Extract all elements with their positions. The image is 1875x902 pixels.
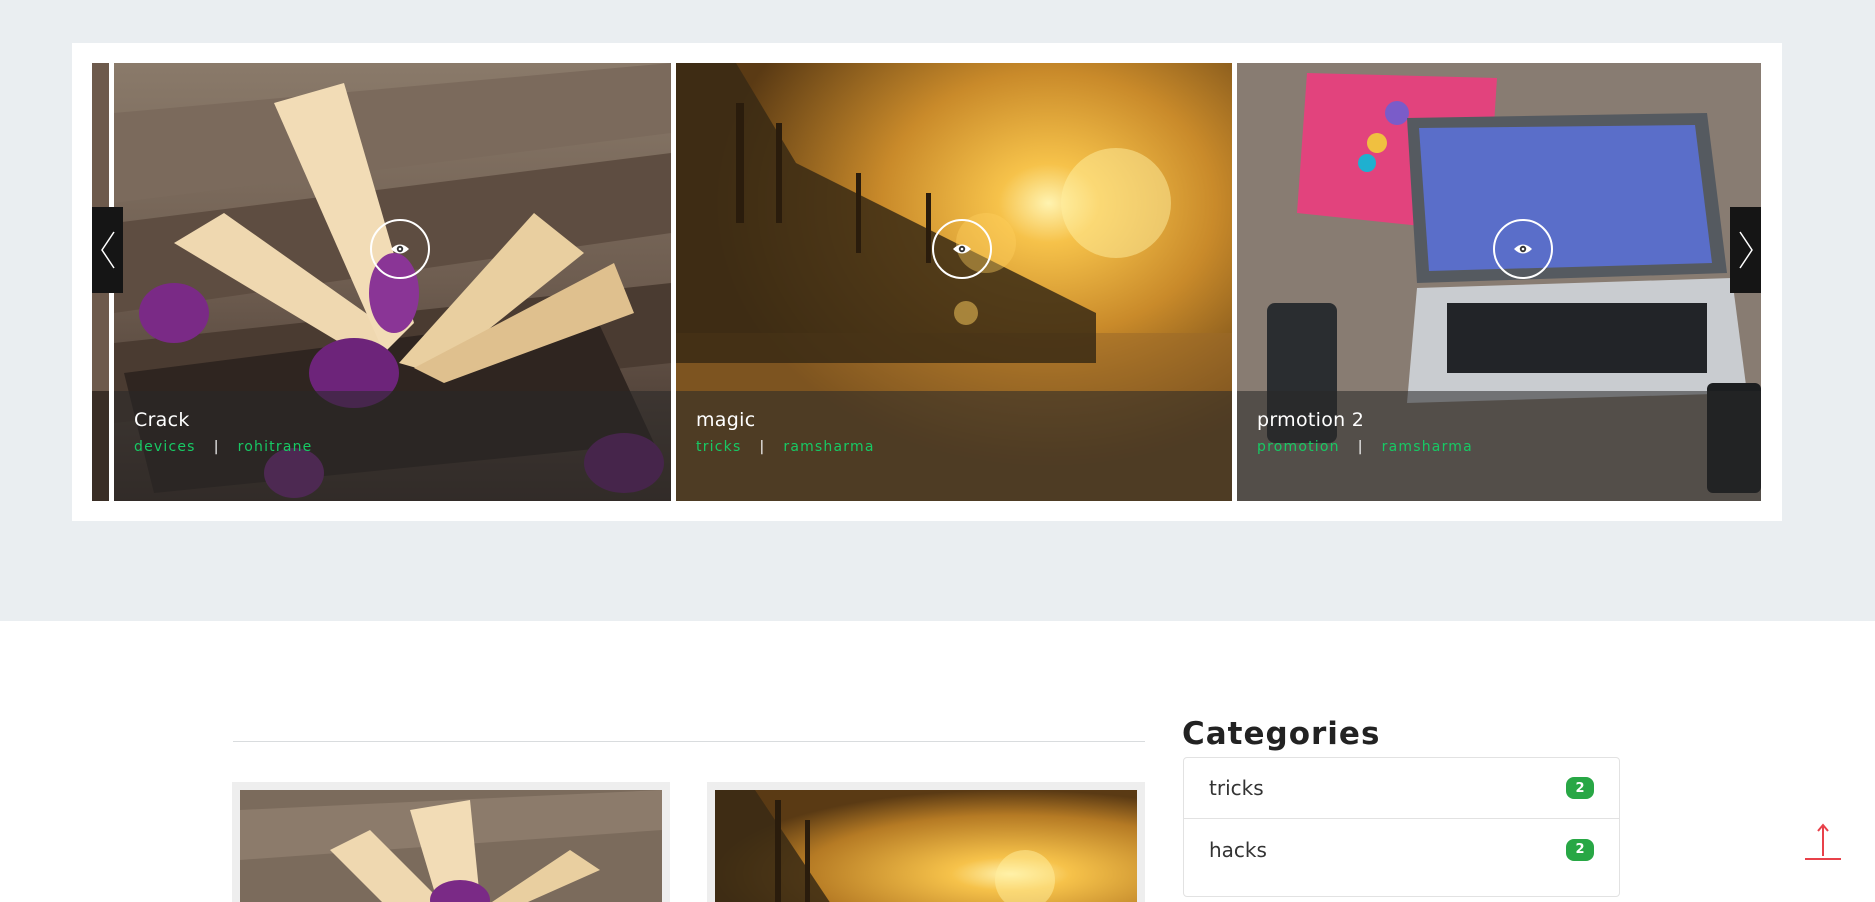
slide-title[interactable]: prmotion 2 — [1257, 409, 1364, 431]
slide-caption: prmotion 2 promotion | ramsharma — [1237, 391, 1761, 501]
slide-prmotion-2[interactable]: prmotion 2 promotion | ramsharma — [1237, 63, 1761, 501]
post-card-thumbnail[interactable] — [715, 790, 1137, 902]
meta-separator: | — [1357, 439, 1364, 455]
arrow-up-icon — [1805, 823, 1841, 860]
eye-icon — [391, 244, 409, 254]
slider-prev-button[interactable] — [92, 207, 123, 293]
slide-crack[interactable]: Crack devices | rohitrane — [114, 63, 671, 501]
category-item-hacks[interactable]: hacks 2 — [1184, 819, 1619, 880]
slide-category-link[interactable]: tricks — [696, 439, 741, 455]
slide-category-link[interactable]: promotion — [1257, 439, 1340, 455]
category-item-tricks[interactable]: tricks 2 — [1184, 758, 1619, 819]
view-post-button[interactable] — [370, 219, 430, 279]
chevron-right-icon — [1738, 231, 1753, 269]
slide-title[interactable]: magic — [696, 409, 755, 431]
chevron-left-icon — [100, 231, 115, 269]
content-divider — [233, 741, 1145, 742]
category-count-badge: 2 — [1566, 838, 1594, 861]
post-card-image-book — [240, 790, 662, 902]
categories-heading: Categories — [1182, 716, 1381, 752]
slider-next-button[interactable] — [1730, 207, 1761, 293]
category-name: hacks — [1209, 837, 1267, 862]
category-name: tricks — [1209, 776, 1264, 800]
back-to-top-button[interactable] — [1803, 822, 1843, 862]
post-slider: Crack devices | rohitrane magic tricks |… — [92, 63, 1761, 501]
slide-meta: devices | rohitrane — [134, 439, 313, 455]
view-post-button[interactable] — [932, 219, 992, 279]
slide-author-link[interactable]: ramsharma — [783, 439, 874, 455]
post-card[interactable] — [232, 782, 670, 902]
meta-separator: | — [213, 439, 220, 455]
slide-caption: Crack devices | rohitrane — [114, 391, 671, 501]
post-card[interactable] — [707, 782, 1145, 902]
slide-meta: tricks | ramsharma — [696, 439, 875, 455]
eye-icon — [1514, 244, 1532, 254]
slide-author-link[interactable]: rohitrane — [238, 439, 313, 455]
meta-separator: | — [759, 439, 766, 455]
slide-caption: magic tricks | ramsharma — [676, 391, 1232, 501]
slide-title[interactable]: Crack — [134, 409, 190, 431]
slide-magic[interactable]: magic tricks | ramsharma — [676, 63, 1232, 501]
slide-meta: promotion | ramsharma — [1257, 439, 1473, 455]
slide-category-link[interactable]: devices — [134, 439, 196, 455]
view-post-button[interactable] — [1493, 219, 1553, 279]
post-card-image-pier-sunset — [715, 790, 1137, 902]
eye-icon — [953, 244, 971, 254]
slide-author-link[interactable]: ramsharma — [1382, 439, 1473, 455]
category-count-badge: 2 — [1566, 777, 1594, 799]
post-card-thumbnail[interactable] — [240, 790, 662, 902]
categories-list: tricks 2 hacks 2 — [1183, 757, 1620, 897]
